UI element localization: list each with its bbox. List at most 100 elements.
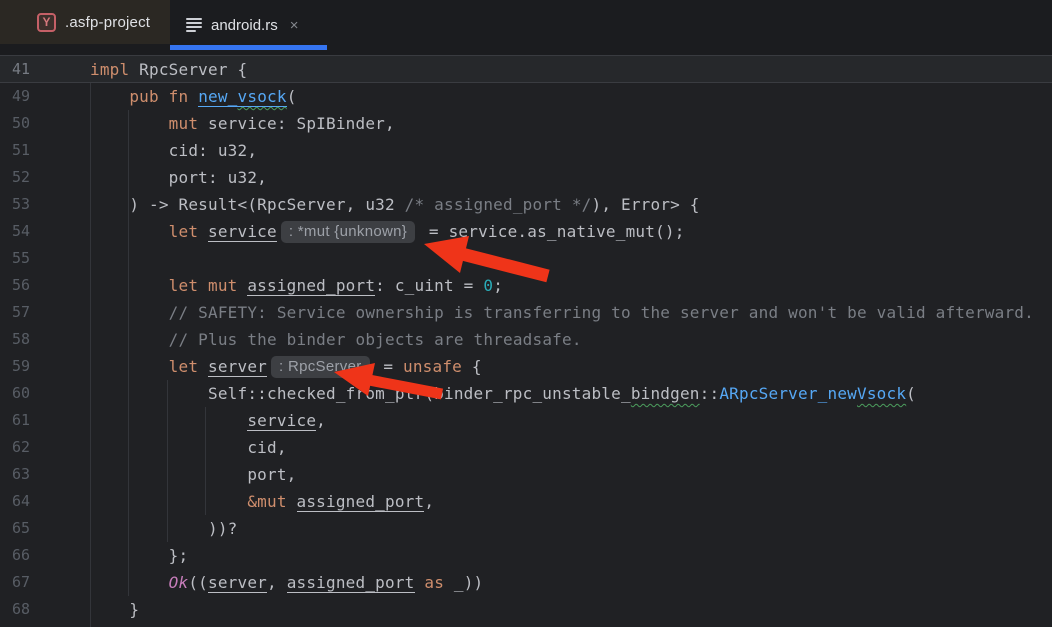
code-segment: Ok	[169, 573, 189, 592]
tab-label: android.rs	[211, 17, 278, 34]
line-number[interactable]: 59	[8, 353, 30, 380]
code-segment	[90, 492, 247, 511]
code-text: mut service: SpIBinder,	[90, 110, 395, 137]
code-segment: cid,	[90, 438, 287, 457]
code-segment: let mut	[169, 276, 248, 295]
project-name-label: .asfp-project	[65, 14, 150, 31]
code-line[interactable]: 59 let server: RpcServer = unsafe {	[0, 353, 1052, 380]
code-segment: ), Error> {	[591, 195, 699, 214]
code-segment: (	[906, 384, 916, 403]
sticky-scope-line[interactable]: 41 impl RpcServer {	[0, 56, 1052, 83]
code-line[interactable]: 53 ) -> Result<(RpcServer, u32 /* assign…	[0, 191, 1052, 218]
line-number[interactable]: 41	[8, 56, 30, 83]
code-segment: new_	[198, 87, 237, 107]
code-segment: &mut	[247, 492, 296, 511]
code-segment: // SAFETY: Service ownership is transfer…	[169, 303, 1034, 322]
code-line[interactable]: 58 // Plus the binder objects are thread…	[0, 326, 1052, 353]
code-line[interactable]: 64 &mut assigned_port,	[0, 488, 1052, 515]
code-line[interactable]: 68 }	[0, 596, 1052, 623]
line-number[interactable]: 66	[8, 542, 30, 569]
line-number[interactable]: 57	[8, 299, 30, 326]
inlay-hint-chip[interactable]: : RpcServer	[271, 356, 370, 378]
line-number[interactable]: 56	[8, 272, 30, 299]
code-line[interactable]: 56 let mut assigned_port: c_uint = 0;	[0, 272, 1052, 299]
line-number[interactable]: 49	[8, 83, 30, 110]
code-text: cid,	[90, 434, 287, 461]
code-segment: ARpcServer_new	[719, 384, 857, 403]
code-text: Ok((server, assigned_port as _))	[90, 569, 483, 596]
code-segment: bindgen	[631, 384, 700, 403]
code-segment: /* assigned_port */	[405, 195, 592, 214]
inlay-hint-chip[interactable]: : *mut {unknown}	[281, 221, 415, 243]
code-text: }	[90, 596, 139, 623]
code-segment: server	[208, 357, 267, 377]
code-line[interactable]: 50 mut service: SpIBinder,	[0, 110, 1052, 137]
code-line[interactable]: 60 Self::checked_from_ptr(binder_rpc_uns…	[0, 380, 1052, 407]
code-line[interactable]: 63 port,	[0, 461, 1052, 488]
code-segment	[90, 330, 169, 349]
code-segment	[90, 303, 169, 322]
code-line[interactable]: 54 let service: *mut {unknown} = service…	[0, 218, 1052, 245]
close-icon[interactable]: ×	[290, 18, 299, 33]
code-text: ) -> Result<(RpcServer, u32 /* assigned_…	[90, 191, 700, 218]
code-segment	[90, 357, 169, 376]
code-line[interactable]: 62 cid,	[0, 434, 1052, 461]
code-line[interactable]: 66 };	[0, 542, 1052, 569]
line-number[interactable]: 50	[8, 110, 30, 137]
code-segment: ;	[493, 276, 503, 295]
code-segment: ,	[316, 411, 326, 430]
code-segment: impl	[90, 60, 139, 79]
editor-tab-android-rs[interactable]: android.rs ×	[170, 0, 327, 50]
code-segment: let	[169, 222, 208, 241]
code-segment: = service.as_native_mut();	[419, 222, 685, 241]
code-lines[interactable]: 49 pub fn new_vsock(50 mut service: SpIB…	[0, 83, 1052, 627]
line-number[interactable]: 62	[8, 434, 30, 461]
code-segment: port,	[90, 465, 297, 484]
line-number[interactable]: 65	[8, 515, 30, 542]
line-number[interactable]: 54	[8, 218, 30, 245]
line-number[interactable]: 52	[8, 164, 30, 191]
code-segment: ))?	[90, 519, 238, 538]
main-toolbar: Y .asfp-project android.rs ×	[0, 0, 1052, 56]
code-line[interactable]: 67 Ok((server, assigned_port as _))	[0, 569, 1052, 596]
code-segment: unsafe	[403, 357, 462, 376]
code-segment: }	[90, 600, 139, 619]
code-segment: =	[374, 357, 404, 376]
line-number[interactable]: 67	[8, 569, 30, 596]
line-number[interactable]: 60	[8, 380, 30, 407]
code-segment: let	[169, 357, 208, 376]
code-text: service,	[90, 407, 326, 434]
code-line[interactable]: 52 port: u32,	[0, 164, 1052, 191]
line-number[interactable]: 53	[8, 191, 30, 218]
code-text: &mut assigned_port,	[90, 488, 434, 515]
code-line[interactable]: 57 // SAFETY: Service ownership is trans…	[0, 299, 1052, 326]
line-number[interactable]: 55	[8, 245, 30, 272]
file-icon	[186, 18, 202, 32]
code-segment: server	[208, 573, 267, 593]
line-number[interactable]: 63	[8, 461, 30, 488]
code-segment: };	[90, 546, 188, 565]
code-line[interactable]: 61 service,	[0, 407, 1052, 434]
code-line[interactable]: 49 pub fn new_vsock(	[0, 83, 1052, 110]
code-segment: ) -> Result<(RpcServer, u32	[90, 195, 405, 214]
project-widget[interactable]: Y .asfp-project	[0, 0, 170, 44]
line-number[interactable]: 51	[8, 137, 30, 164]
code-segment: RpcServer {	[139, 60, 247, 79]
code-text: Self::checked_from_ptr(binder_rpc_unstab…	[90, 380, 916, 407]
code-line[interactable]: 51 cid: u32,	[0, 137, 1052, 164]
line-number[interactable]: 61	[8, 407, 30, 434]
code-line[interactable]: 55	[0, 245, 1052, 272]
code-line[interactable]: 65 ))?	[0, 515, 1052, 542]
code-segment: {	[462, 357, 482, 376]
code-segment: assigned_port	[297, 492, 425, 512]
line-number[interactable]: 58	[8, 326, 30, 353]
line-number[interactable]: 68	[8, 596, 30, 623]
code-text: let mut assigned_port: c_uint = 0;	[90, 272, 503, 299]
code-text: // SAFETY: Service ownership is transfer…	[90, 299, 1034, 326]
line-number[interactable]: 64	[8, 488, 30, 515]
active-tab-indicator	[170, 45, 327, 50]
code-segment: service	[247, 411, 316, 431]
code-segment: assigned_port	[287, 573, 415, 593]
code-text: ))?	[90, 515, 238, 542]
code-segment: ((	[188, 573, 208, 592]
